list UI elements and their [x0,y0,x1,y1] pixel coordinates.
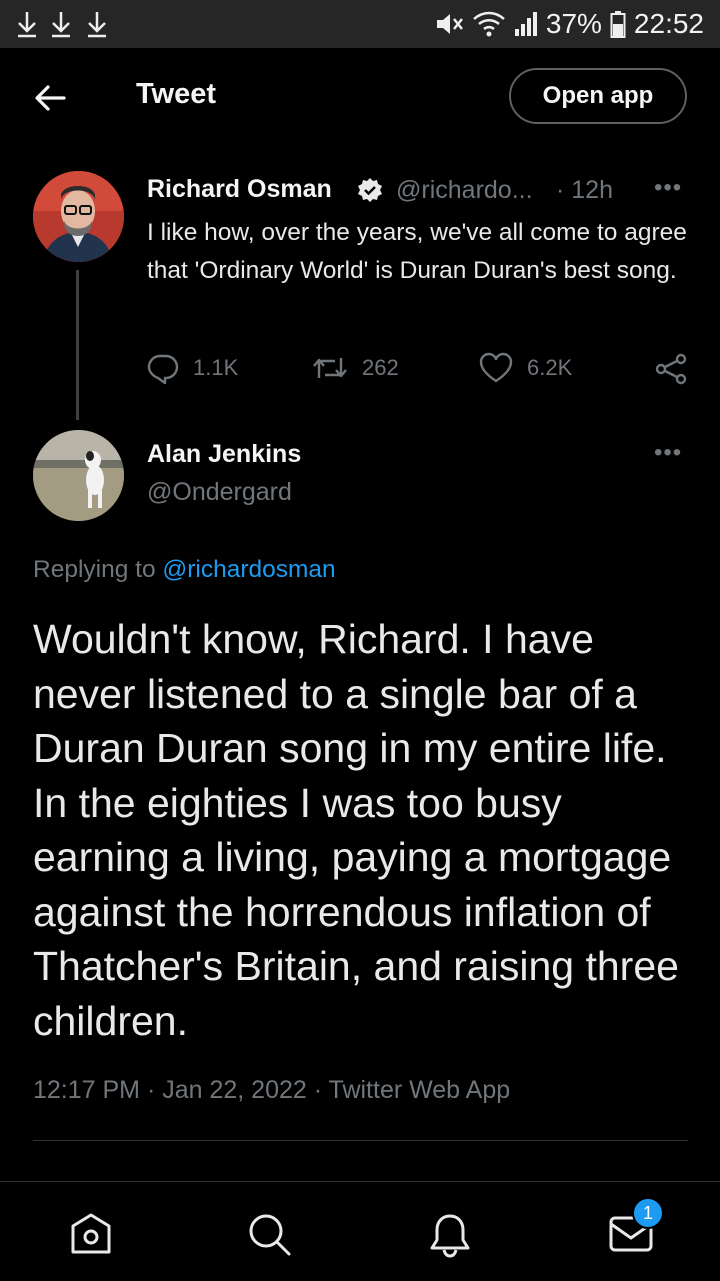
reply-text: Wouldn't know, Richard. I have never lis… [33,616,679,1044]
reply-icon [147,354,179,384]
tweet-author-handle: @richardo... [396,176,533,204]
open-app-button[interactable]: Open app [509,68,687,124]
avatar-image [33,430,124,521]
retweet-icon [313,358,347,378]
home-icon[interactable] [69,1212,113,1256]
tweet-time-ago: · 12h [556,176,613,204]
avatar[interactable] [33,171,124,262]
signal-icon [514,12,537,36]
tweet-author-name[interactable]: Richard Osman [147,175,332,204]
download-icon [18,12,36,38]
bottom-nav [0,1181,720,1281]
wifi-icon [473,11,505,37]
thread-line [76,270,79,420]
tweet-timestamp: 12:17 PM · Jan 22, 2022 · Twitter Web Ap… [33,1076,511,1104]
back-arrow-icon[interactable] [30,78,70,118]
more-options-icon[interactable]: ••• [654,174,682,202]
tweet-text: I like how, over the years, we've all co… [147,219,687,284]
verified-badge-icon [358,178,382,202]
top-bar: Tweet Open app [0,48,720,148]
share-icon[interactable] [654,352,688,386]
reply-count: 1.1K [193,355,239,380]
messages-badge: 1 [632,1197,664,1229]
mute-icon [436,14,463,34]
clock: 22:52 [633,8,704,39]
heart-icon [479,352,513,383]
replying-to: Replying to @richardosman [33,556,336,584]
reply-author-name[interactable]: Alan Jenkins [147,440,301,469]
battery-percent: 37% [545,8,602,39]
page-title: Tweet [136,78,217,110]
reply-action[interactable]: 1.1K [147,352,238,384]
retweet-action[interactable]: 262 [312,352,399,384]
reply-author-handle: @Ondergard [147,478,292,506]
replying-to-link[interactable]: @richardosman [162,556,335,583]
more-options-icon[interactable]: ••• [654,439,682,467]
avatar-image [33,171,124,262]
retweet-count: 262 [362,355,399,380]
download-icon [52,12,70,38]
status-bar: 37% 22:52 [0,0,720,48]
avatar[interactable] [33,430,124,521]
battery-icon [610,11,626,38]
search-icon[interactable] [247,1212,293,1258]
like-action[interactable]: 6.2K [479,352,572,384]
notifications-bell-icon[interactable] [428,1212,472,1258]
replying-to-label: Replying to [33,556,156,583]
like-count: 6.2K [527,355,573,380]
download-icon [88,12,106,38]
divider [33,1140,688,1141]
